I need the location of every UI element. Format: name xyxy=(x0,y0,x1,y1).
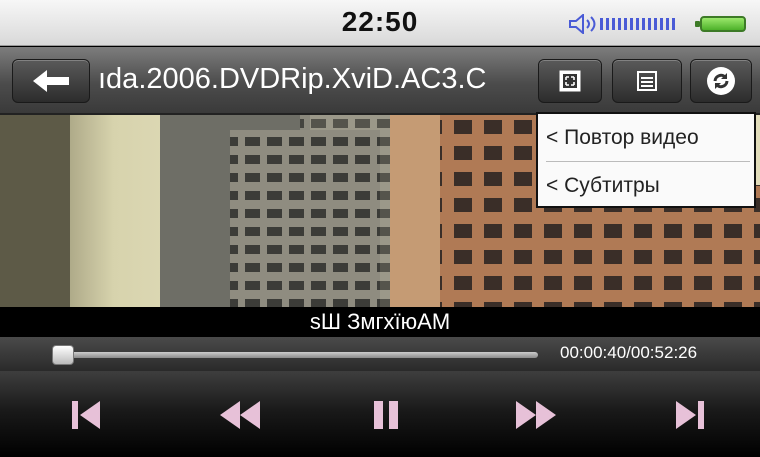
menu-divider xyxy=(546,161,750,162)
progress-track[interactable] xyxy=(62,352,538,358)
title-bar: ıda.2006.DVDRip.XviD.AC3.C xyxy=(0,47,760,115)
options-menu: < Повтор видео < Субтитры xyxy=(536,112,756,208)
previous-button[interactable] xyxy=(56,393,116,437)
speaker-icon xyxy=(569,14,675,34)
playback-controls xyxy=(0,371,760,457)
menu-icon xyxy=(637,71,657,91)
next-button[interactable] xyxy=(660,393,720,437)
menu-item-repeat-video[interactable]: < Повтор видео xyxy=(546,116,750,160)
previous-icon xyxy=(72,401,100,429)
menu-item-subtitles[interactable]: < Субтитры xyxy=(546,164,750,208)
back-arrow-icon xyxy=(33,70,69,92)
fast-forward-icon xyxy=(516,401,556,429)
progress-area: 00:00:40/00:52:26 xyxy=(0,337,760,371)
video-title: ıda.2006.DVDRip.XviD.AC3.C xyxy=(98,63,487,95)
fast-forward-button[interactable] xyxy=(506,393,566,437)
progress-thumb[interactable] xyxy=(52,345,74,365)
rewind-icon xyxy=(220,401,260,429)
refresh-icon xyxy=(707,67,735,95)
aspect-ratio-button[interactable] xyxy=(538,59,602,103)
pause-button[interactable] xyxy=(356,393,416,437)
playback-time: 00:00:40/00:52:26 xyxy=(560,343,698,362)
menu-button[interactable] xyxy=(612,59,682,103)
refresh-button[interactable] xyxy=(690,59,752,103)
pause-icon xyxy=(374,401,398,429)
aspect-ratio-icon xyxy=(559,70,581,92)
next-icon xyxy=(676,401,704,429)
battery-icon xyxy=(695,16,746,32)
subtitle-text: sШ ЗмгхїюАМ xyxy=(0,307,760,337)
back-button[interactable] xyxy=(12,59,90,103)
rewind-button[interactable] xyxy=(210,393,270,437)
status-bar: 22:50 xyxy=(0,0,760,46)
